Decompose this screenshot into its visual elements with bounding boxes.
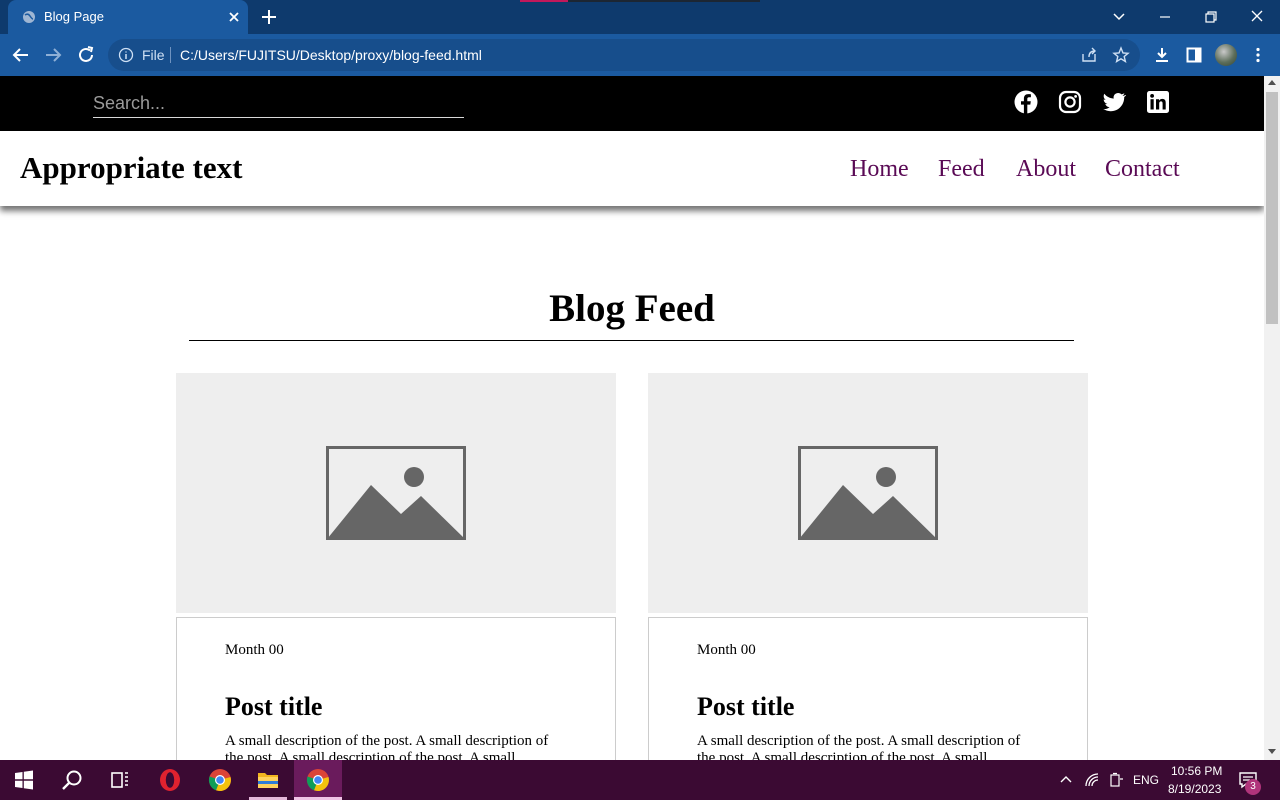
task-view-icon[interactable] [108, 768, 132, 792]
post-body: Month 00 Post title A small description … [648, 617, 1088, 760]
clock-date[interactable]: 8/19/2023 [1168, 782, 1221, 796]
chrome-icon[interactable] [208, 768, 232, 792]
nav-link-contact[interactable]: Contact [1105, 156, 1180, 183]
browser-toolbar: File C:/Users/FUJITSU/Desktop/proxy/blog… [0, 34, 1280, 76]
info-icon[interactable] [118, 47, 134, 63]
image-placeholder-icon [326, 446, 466, 540]
search-icon[interactable] [60, 768, 84, 792]
windows-start-icon[interactable] [12, 768, 36, 792]
close-icon[interactable] [226, 9, 242, 25]
sidepanel-icon[interactable] [1185, 46, 1203, 64]
page-viewport: Appropriate text Home Feed About Contact… [0, 76, 1264, 760]
file-explorer-icon[interactable] [256, 768, 280, 792]
divider [170, 47, 171, 63]
chevron-down-icon[interactable] [1110, 7, 1128, 25]
post-description: A small description of the post. A small… [697, 733, 1021, 760]
clock-time[interactable]: 10:56 PM [1171, 764, 1222, 778]
post-date: Month 00 [697, 642, 756, 658]
scroll-thumb[interactable] [1266, 92, 1278, 324]
page-scrollbar[interactable] [1264, 76, 1280, 760]
back-icon[interactable] [10, 44, 32, 66]
facebook-icon[interactable] [1014, 90, 1038, 114]
nav-link-about[interactable]: About [1016, 156, 1076, 183]
site-brand[interactable]: Appropriate text [20, 150, 242, 186]
opera-icon[interactable] [158, 768, 182, 792]
post-description: A small description of the post. A small… [225, 733, 549, 760]
url-scheme-label: File [142, 47, 165, 63]
instagram-icon[interactable] [1058, 90, 1082, 114]
reload-icon[interactable] [75, 44, 97, 66]
notification-badge: 3 [1245, 779, 1261, 795]
post-body: Month 00 Post title A small description … [176, 617, 616, 760]
scroll-down-arrow-icon[interactable] [1268, 749, 1276, 754]
kebab-icon[interactable] [1249, 46, 1267, 64]
nav-link-home[interactable]: Home [850, 156, 909, 183]
wifi-icon[interactable] [1084, 772, 1100, 788]
battery-icon[interactable] [1108, 772, 1124, 788]
twitter-icon[interactable] [1102, 90, 1126, 114]
scroll-up-arrow-icon[interactable] [1268, 80, 1276, 85]
avatar[interactable] [1215, 44, 1237, 66]
minimize-icon[interactable] [1156, 8, 1174, 26]
browser-tab[interactable]: Blog Page [8, 0, 248, 34]
post-image [648, 373, 1088, 613]
post-date: Month 00 [225, 642, 284, 658]
browser-title-bar: Blog Page [0, 0, 1280, 34]
close-icon[interactable] [1248, 7, 1266, 25]
download-icon[interactable] [1153, 46, 1171, 64]
address-bar[interactable]: File C:/Users/FUJITSU/Desktop/proxy/blog… [108, 39, 1140, 71]
plus-icon[interactable] [260, 8, 278, 26]
url-text[interactable]: C:/Users/FUJITSU/Desktop/proxy/blog-feed… [180, 47, 482, 63]
nav-link-feed[interactable]: Feed [938, 156, 985, 183]
post-image [176, 373, 616, 613]
title-divider [189, 340, 1074, 341]
page-title: Blog Feed [549, 287, 715, 330]
forward-icon[interactable] [42, 44, 64, 66]
site-header: Appropriate text Home Feed About Contact [0, 131, 1264, 206]
post-card[interactable]: Month 00 Post title A small description … [648, 373, 1088, 760]
search-input[interactable] [93, 90, 464, 118]
share-icon[interactable] [1080, 46, 1098, 64]
chevron-up-icon[interactable] [1058, 772, 1074, 788]
tab-title: Blog Page [44, 9, 104, 24]
image-placeholder-icon [798, 446, 938, 540]
language-indicator[interactable]: ENG [1133, 773, 1159, 787]
top-bar [0, 76, 1264, 131]
restore-icon[interactable] [1202, 8, 1220, 26]
linkedin-icon[interactable] [1146, 90, 1170, 114]
taskbar: ENG 10:56 PM 8/19/2023 [0, 760, 1280, 800]
taskbar-active-app[interactable] [294, 760, 342, 800]
post-card[interactable]: Month 00 Post title A small description … [176, 373, 616, 760]
globe-icon [23, 11, 35, 23]
post-title[interactable]: Post title [225, 692, 322, 722]
post-title[interactable]: Post title [697, 692, 794, 722]
window-accent [520, 0, 760, 2]
chrome-active-icon[interactable] [306, 768, 330, 792]
star-icon[interactable] [1112, 46, 1130, 64]
